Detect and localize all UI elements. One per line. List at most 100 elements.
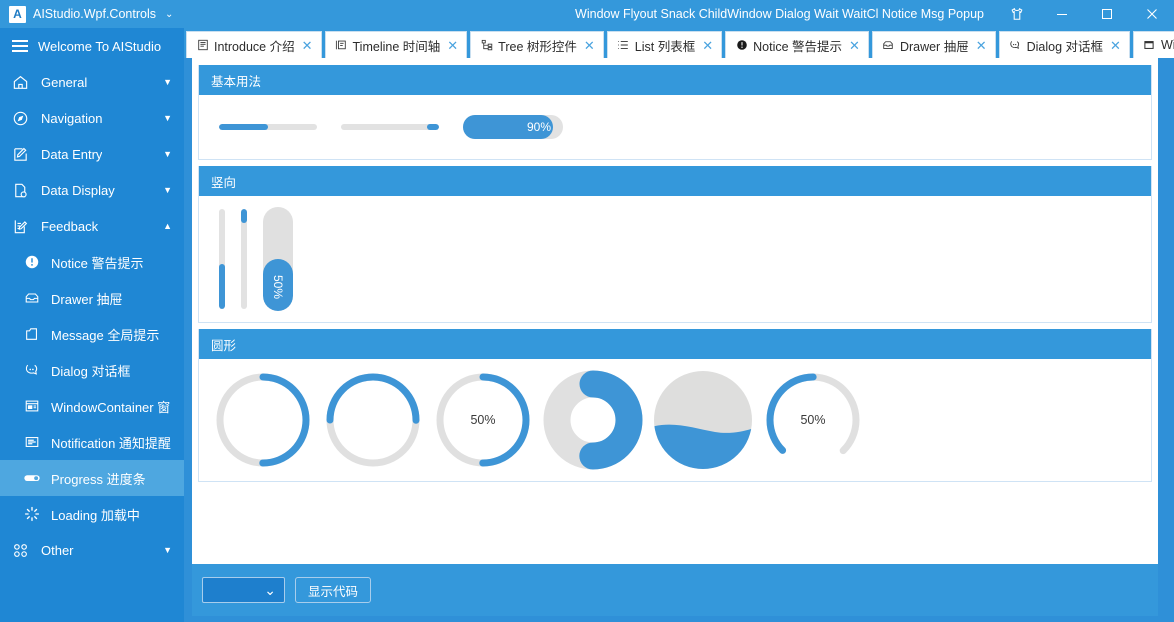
exclamation-circle-icon <box>22 253 41 272</box>
sidebar-item-notice[interactable]: Notice 警告提示 <box>0 244 184 280</box>
sidebar-item-drawer[interactable]: Drawer 抽屉 <box>0 280 184 316</box>
circle-progress-3[interactable]: 50% <box>433 370 533 470</box>
shirt-icon[interactable] <box>994 0 1039 28</box>
chevron-down-icon[interactable]: ▼ <box>163 113 172 123</box>
sidebar-item-label: Notification 通知提醒 <box>51 435 171 451</box>
vertical-bars-row: 50% <box>199 196 1151 322</box>
vertical-bar-3[interactable]: 50% <box>263 207 293 311</box>
maximize-button[interactable] <box>1084 0 1129 28</box>
chevron-down-icon[interactable]: ⌄ <box>264 582 276 599</box>
close-icon[interactable]: ✕ <box>976 39 987 52</box>
sidebar-group-data-display[interactable]: Data Display ▼ <box>0 172 184 208</box>
drawer-icon <box>882 39 895 52</box>
sidebar-header[interactable]: Welcome To AIStudio <box>0 28 184 64</box>
tab-label: List 列表框 <box>634 39 696 54</box>
close-icon[interactable]: ✕ <box>447 39 458 52</box>
tab-label: Notice 警告提示 <box>753 39 843 54</box>
chevron-down-icon[interactable]: ⌄ <box>165 9 173 20</box>
sidebar-item-window-container[interactable]: WindowContainer 窗 <box>0 388 184 424</box>
close-icon[interactable]: ✕ <box>584 39 595 52</box>
panel-title: 基本用法 <box>199 65 1151 95</box>
tab-introduce[interactable]: Introduce 介绍 ✕ <box>186 31 322 58</box>
sidebar-group-data-entry[interactable]: Data Entry ▼ <box>0 136 184 172</box>
close-button[interactable] <box>1129 0 1174 28</box>
circle-progress-4[interactable] <box>543 370 643 470</box>
circle-progress-6-label: 50% <box>800 413 826 427</box>
tab-list[interactable]: List 列表框 ✕ <box>606 31 723 58</box>
sidebar: Welcome To AIStudio General ▼ Navigation… <box>0 28 184 622</box>
chevron-up-icon[interactable]: ▲ <box>163 221 172 231</box>
home-icon <box>11 73 30 92</box>
sidebar-item-label: Notice 警告提示 <box>51 255 144 271</box>
window-controls <box>994 0 1174 28</box>
chevron-down-icon[interactable]: ▼ <box>163 149 172 159</box>
vertical-bar-2[interactable] <box>241 209 247 309</box>
sidebar-item-loading[interactable]: Loading 加载中 <box>0 496 184 532</box>
sidebar-group-other[interactable]: Other ▼ <box>0 532 184 568</box>
chevron-down-icon[interactable]: ▼ <box>163 185 172 195</box>
progress-bar-3[interactable]: 90% <box>463 115 563 139</box>
sidebar-group-feedback[interactable]: Feedback ▲ <box>0 208 184 244</box>
dialog-icon <box>22 361 41 380</box>
progress-bar-2[interactable] <box>341 124 439 130</box>
vertical-bar-1[interactable] <box>219 209 225 309</box>
close-icon[interactable]: ✕ <box>702 39 713 52</box>
compass-icon <box>11 109 30 128</box>
sidebar-item-label: WindowContainer 窗 <box>51 399 171 415</box>
app-brand[interactable]: A AIStudio.Wpf.Controls ⌄ <box>0 0 184 28</box>
sidebar-group-navigation[interactable]: Navigation ▼ <box>0 100 184 136</box>
sidebar-group-label: Data Entry <box>41 146 103 162</box>
tab-window[interactable]: Wi ⌄ <box>1132 31 1174 58</box>
example-select[interactable]: ⌄ <box>202 577 285 603</box>
sidebar-item-dialog[interactable]: Dialog 对话框 <box>0 352 184 388</box>
sidebar-item-progress[interactable]: Progress 进度条 <box>0 460 184 496</box>
progress-bar-1[interactable] <box>219 124 317 130</box>
sidebar-item-label: Message 全局提示 <box>51 327 160 343</box>
tab-timeline[interactable]: Timeline 时间轴 ✕ <box>324 31 468 58</box>
chevron-down-icon[interactable]: ▼ <box>163 545 172 555</box>
close-icon[interactable]: ✕ <box>302 39 313 52</box>
panel-body: 90% <box>199 95 1151 159</box>
tab-dialog[interactable]: Dialog 对话框 ✕ <box>998 31 1130 58</box>
edit-box-icon <box>11 145 30 164</box>
circle-progress-2[interactable] <box>323 370 423 470</box>
close-icon[interactable]: ✕ <box>849 39 860 52</box>
show-code-button[interactable]: 显示代码 <box>295 577 372 603</box>
notice-icon <box>735 39 748 52</box>
tab-label: Dialog 对话框 <box>1026 39 1104 54</box>
doc-search-icon <box>11 181 30 200</box>
circle-progress-5[interactable] <box>653 370 753 470</box>
minimize-button[interactable] <box>1039 0 1084 28</box>
window-icon <box>1143 39 1156 52</box>
sidebar-item-label: Progress 进度条 <box>51 471 146 487</box>
footer-bar: ⌄ 显示代码 <box>192 564 1158 616</box>
sidebar-item-message[interactable]: Message 全局提示 <box>0 316 184 352</box>
sidebar-group-label: Navigation <box>41 110 103 126</box>
sidebar-group-general[interactable]: General ▼ <box>0 64 184 100</box>
tab-label: Introduce 介绍 <box>214 39 295 54</box>
tab-label: Drawer 抽屉 <box>899 39 969 54</box>
drawer-icon <box>22 289 41 308</box>
panel-body: 50% <box>199 359 1151 481</box>
list-icon <box>617 39 630 52</box>
chevron-down-icon[interactable]: ▼ <box>163 77 172 87</box>
horizontal-bars-row: 90% <box>199 95 1151 159</box>
app-window: A AIStudio.Wpf.Controls ⌄ Window Flyout … <box>0 0 1174 622</box>
tab-notice[interactable]: Notice 警告提示 ✕ <box>725 31 869 58</box>
progress-icon <box>22 469 41 488</box>
tab-tree[interactable]: Tree 树形控件 ✕ <box>470 31 604 58</box>
window-container-icon <box>22 397 41 416</box>
dialog-icon <box>1009 39 1022 52</box>
tab-strip: Introduce 介绍 ✕ Timeline 时间轴 ✕ Tree 树形控件 … <box>184 28 1174 58</box>
panel-title: 竖向 <box>199 166 1151 196</box>
vertical-bar-3-label: 50% <box>271 274 285 299</box>
circle-progress-6[interactable]: 50% <box>763 370 863 470</box>
circle-progress-1[interactable] <box>213 370 313 470</box>
panel-title: 圆形 <box>199 329 1151 359</box>
hamburger-icon[interactable] <box>12 40 28 52</box>
loading-icon <box>22 505 41 524</box>
sidebar-item-notification[interactable]: Notification 通知提醒 <box>0 424 184 460</box>
sidebar-item-label: Drawer 抽屉 <box>51 291 123 307</box>
close-icon[interactable]: ✕ <box>1110 39 1121 52</box>
tab-drawer[interactable]: Drawer 抽屉 ✕ <box>871 31 996 58</box>
